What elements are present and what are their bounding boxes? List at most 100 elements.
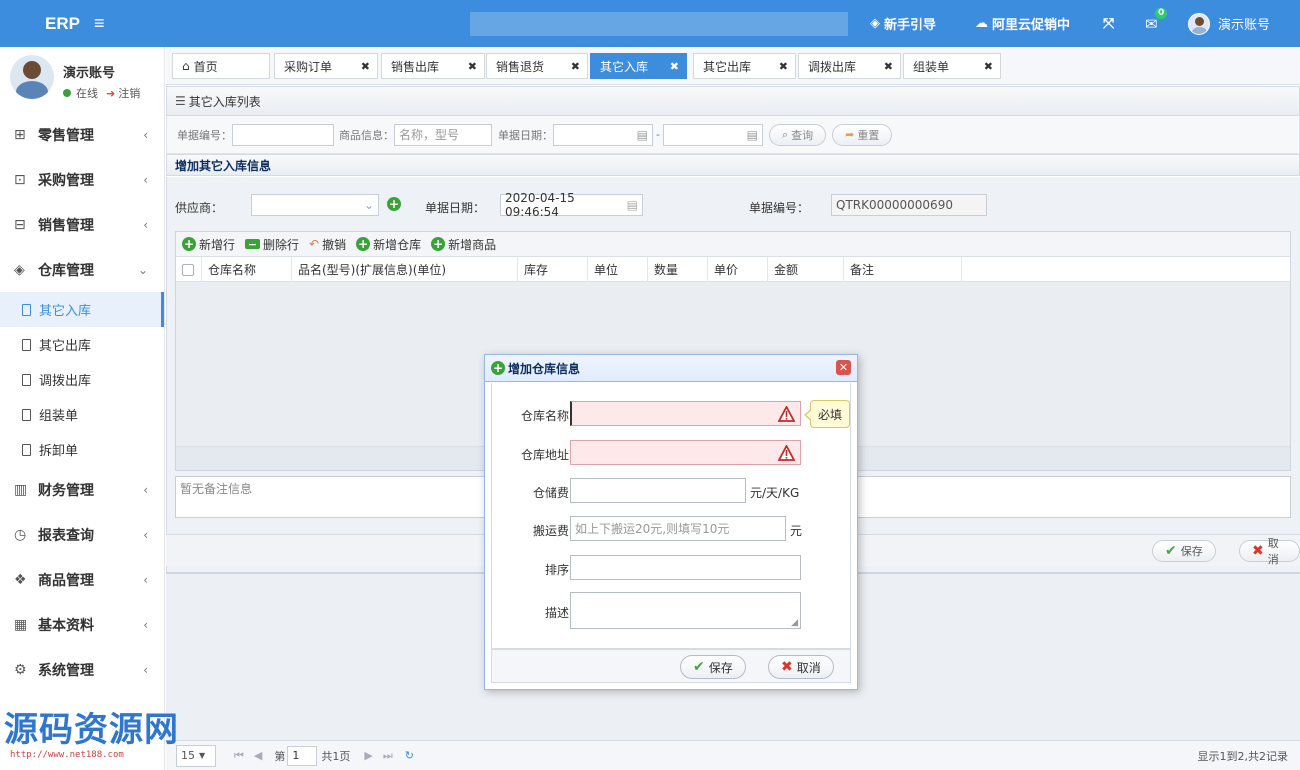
close-icon[interactable]: ✖	[779, 60, 788, 73]
menu-toggle-icon[interactable]: ≡	[94, 13, 105, 34]
checkbox[interactable]	[182, 263, 194, 276]
calendar-icon[interactable]: ▤	[747, 128, 758, 142]
tab-sales-return[interactable]: 销售退货 ✖	[486, 53, 588, 79]
sidebar-item-purchase[interactable]: ⊡ 采购管理 ‹	[0, 157, 164, 202]
dialog-header: + 增加仓库信息 ✕	[485, 355, 857, 382]
bill-no-search-input[interactable]	[232, 123, 334, 146]
promo-link[interactable]: ☁ 阿里云促销中	[975, 0, 1070, 47]
add-supplier-icon[interactable]: +	[387, 197, 401, 211]
sidebar-sub-other-inbound[interactable]: 其它入库	[0, 292, 164, 327]
resize-handle-icon[interactable]: ◢	[791, 618, 798, 628]
handling-fee-input[interactable]: 如上下搬运20元,则填写10元	[570, 516, 786, 541]
add-row-label: 新增行	[199, 237, 236, 252]
sidebar-item-retail[interactable]: ⊞ 零售管理 ‹	[0, 112, 164, 157]
undo-button[interactable]: ↶ 撤销	[309, 236, 346, 253]
bill-date-input[interactable]: 2020-04-15 09:46:54 ▤	[500, 191, 643, 219]
guide-link[interactable]: ◈ 新手引导	[870, 0, 936, 47]
description-textarea[interactable]: ◢	[570, 592, 801, 629]
dialog-save-button[interactable]: ✔ 保存	[680, 655, 746, 679]
reset-button[interactable]: ➦ 重置	[832, 123, 893, 146]
tab-label: 调拨出库	[808, 59, 857, 74]
calendar-icon[interactable]: ▤	[627, 198, 638, 212]
col-amount[interactable]: 金额	[768, 257, 844, 282]
sidebar-item-sales[interactable]: ⊟ 销售管理 ‹	[0, 202, 164, 247]
page-size-select[interactable]: 15 ▼	[176, 744, 216, 767]
calendar-icon[interactable]: ▤	[637, 128, 648, 142]
col-quantity[interactable]: 数量	[648, 257, 708, 282]
dialog-cancel-button[interactable]: ✖ 取消	[768, 655, 834, 679]
tab-purchase-order[interactable]: 采购订单 ✖	[274, 53, 378, 79]
watermark-text: 源码资源网	[4, 710, 179, 750]
close-icon[interactable]: ✖	[884, 60, 893, 73]
warehouse-address-input[interactable]	[570, 440, 801, 465]
add-goods-button[interactable]: + 新增商品	[431, 236, 496, 253]
refresh-icon[interactable]: ↻	[405, 749, 414, 762]
first-page-icon[interactable]: ⏮	[234, 749, 244, 763]
sidebar-item-goods[interactable]: ❖ 商品管理 ‹	[0, 557, 164, 602]
page-number-input[interactable]: 1	[287, 745, 318, 766]
account-menu[interactable]: 演示账号	[1188, 0, 1270, 47]
tab-transfer[interactable]: 调拨出库 ✖	[798, 53, 901, 79]
tab-home[interactable]: ⌂ 首页	[172, 53, 270, 79]
sidebar-sub-disassembly[interactable]: 拆卸单	[0, 432, 164, 467]
sidebar-item-label: 零售管理	[38, 127, 94, 144]
tab-other-inbound[interactable]: 其它入库 ✖	[590, 53, 687, 79]
goods-search-input[interactable]: 名称，型号	[394, 123, 492, 146]
tab-other-outbound[interactable]: 其它出库 ✖	[693, 53, 796, 79]
form-save-button[interactable]: ✔ 保存	[1152, 540, 1216, 562]
date-from-input[interactable]: ▤	[553, 123, 653, 146]
tab-label: 组装单	[913, 59, 950, 74]
add-warehouse-button[interactable]: + 新增仓库	[356, 236, 421, 253]
query-button[interactable]: ⌕ 查询	[768, 123, 827, 146]
handling-fee-placeholder: 如上下搬运20元,则填写10元	[575, 522, 730, 536]
sidebar-item-finance[interactable]: ▥ 财务管理 ‹	[0, 467, 164, 512]
sidebar-item-reports[interactable]: ◷ 报表查询 ‹	[0, 512, 164, 557]
sort-input[interactable]	[570, 555, 801, 580]
close-icon[interactable]: ✖	[984, 60, 993, 73]
close-icon[interactable]: ✖	[670, 60, 679, 73]
sidebar-sub-assembly[interactable]: 组装单	[0, 397, 164, 432]
warehouse-name-input[interactable]	[570, 401, 801, 426]
supplier-label: 供应商：	[175, 201, 224, 215]
col-product[interactable]: 品名(型号)(扩展信息)(单位)	[292, 257, 518, 282]
top-search-input[interactable]	[470, 12, 848, 36]
close-icon[interactable]: ✖	[468, 60, 477, 73]
cart-icon: ⊡	[14, 171, 26, 188]
close-icon[interactable]: ✖	[361, 60, 370, 73]
delete-row-button[interactable]: − 删除行	[245, 236, 299, 253]
form-cancel-button[interactable]: ✖ 取消	[1239, 537, 1300, 566]
col-remark[interactable]: 备注	[844, 257, 962, 282]
col-price[interactable]: 单价	[708, 257, 768, 282]
logout-icon[interactable]: ➜	[106, 87, 115, 100]
close-icon[interactable]: ✕	[836, 360, 851, 375]
storage-fee-input[interactable]	[570, 478, 746, 503]
sidebar-item-system[interactable]: ⚙ 系统管理 ‹	[0, 647, 164, 692]
handling-fee-label: 搬运费	[532, 524, 569, 538]
supplier-select[interactable]: ⌄	[251, 194, 379, 216]
brand[interactable]: ERP ≡	[0, 0, 165, 47]
date-to-input[interactable]: ▤	[662, 123, 763, 146]
sidebar: 演示账号 在线 ➜ 注销 ⊞ 零售管理 ‹ ⊡ 采购管理 ‹ ⊟ 销售管理 ‹ …	[0, 47, 165, 770]
fullscreen-icon[interactable]: ⤧	[1103, 0, 1114, 47]
prev-page-icon[interactable]: ◀	[254, 749, 262, 762]
tab-sales-outbound[interactable]: 销售出库 ✖	[381, 53, 485, 79]
close-icon[interactable]: ✖	[571, 60, 580, 73]
sidebar-item-basic[interactable]: ▦ 基本资料 ‹	[0, 602, 164, 647]
col-warehouse[interactable]: 仓库名称	[202, 257, 292, 282]
grid-header: 仓库名称 品名(型号)(扩展信息)(单位) 库存 单位 数量 单价 金额 备注	[176, 257, 1290, 282]
next-page-icon[interactable]: ▶	[364, 749, 372, 762]
select-all-checkbox[interactable]	[176, 257, 202, 282]
sidebar-sub-transfer[interactable]: 调拨出库	[0, 362, 164, 397]
col-stock[interactable]: 库存	[518, 257, 588, 282]
sort-label: 排序	[544, 563, 569, 577]
logout-link[interactable]: 注销	[118, 85, 140, 101]
plus-icon: +	[491, 361, 505, 375]
mail-button[interactable]: ✉ 0	[1145, 0, 1168, 47]
chevron-down-icon: ⌄	[363, 198, 374, 212]
last-page-icon[interactable]: ⏭	[383, 749, 393, 763]
add-row-button[interactable]: + 新增行	[182, 236, 235, 253]
sidebar-sub-other-outbound[interactable]: 其它出库	[0, 327, 164, 362]
tab-assembly[interactable]: 组装单 ✖	[903, 53, 1001, 79]
col-unit[interactable]: 单位	[588, 257, 648, 282]
sidebar-item-warehouse[interactable]: ◈ 仓库管理 ⌄	[0, 247, 164, 292]
